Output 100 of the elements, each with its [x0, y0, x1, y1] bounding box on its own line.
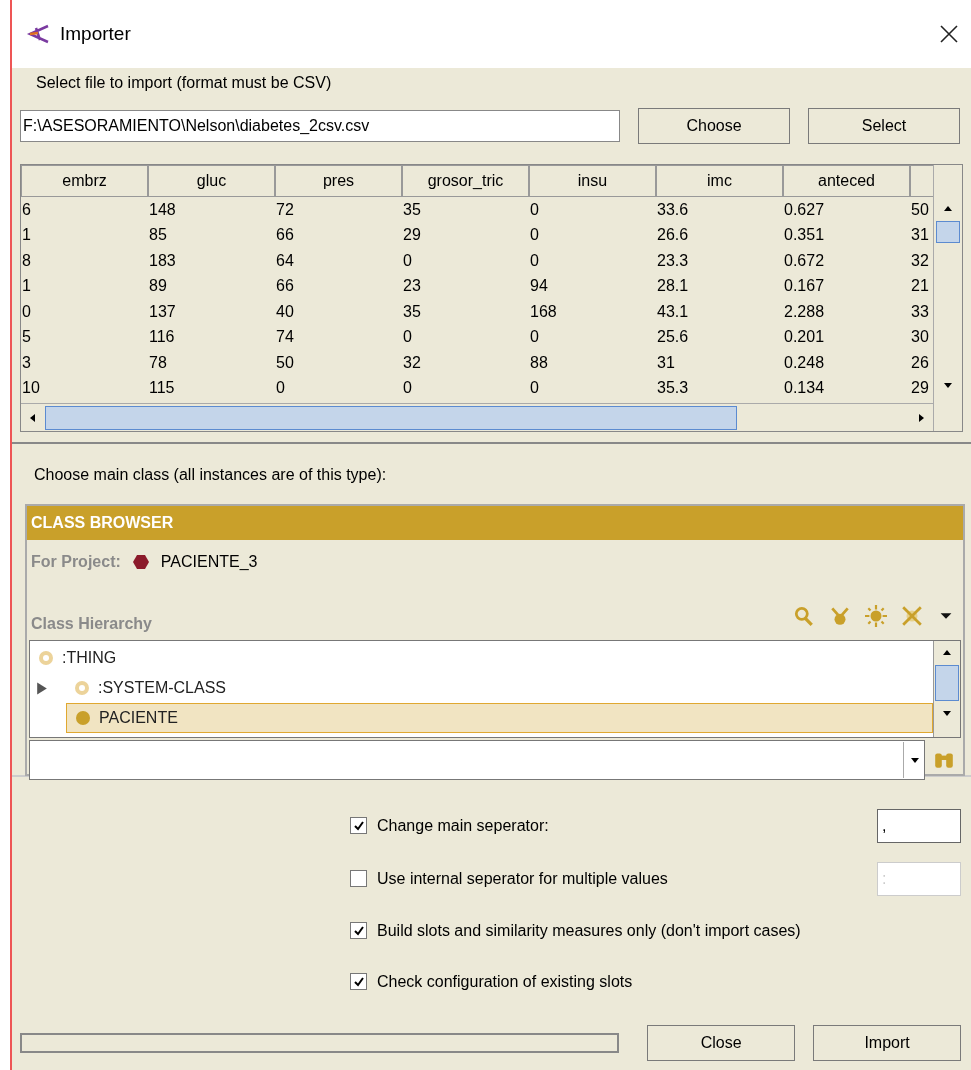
class-icon: [75, 710, 91, 726]
file-path-field[interactable]: F:\ASESORAMIENTO\Nelson\diabetes_2csv.csv: [20, 110, 620, 142]
table-cell-text: 6: [21, 200, 32, 219]
table-cell-text: 50: [910, 200, 930, 219]
dialog-button[interactable]: Import: [813, 1025, 961, 1061]
down-arrow-icon[interactable]: [942, 708, 952, 718]
search-combo-box[interactable]: [29, 740, 925, 780]
tree-item[interactable]: :SYSTEM-CLASS: [66, 673, 933, 703]
table-cell-text: 78: [148, 353, 168, 372]
scrollbar-thumb[interactable]: [936, 221, 960, 243]
column-header[interactable]: grosor_tric: [402, 165, 529, 197]
table-cell-text: 35: [402, 302, 422, 321]
panel-header: CLASS BROWSER: [27, 506, 963, 540]
table-cell-text: 31: [910, 226, 930, 245]
table-cell-text: 40: [275, 302, 295, 321]
table-cell-text: 148: [148, 200, 177, 219]
table-cell-text: 2.288: [783, 302, 826, 321]
right-arrow-icon[interactable]: [916, 413, 926, 423]
table-cell-text: 137: [148, 302, 177, 321]
table-cell-text: 0.248: [783, 353, 826, 372]
project-label: For Project:: [31, 553, 121, 571]
horizontal-scrollbar[interactable]: [21, 403, 933, 431]
close-icon[interactable]: [939, 24, 959, 44]
table-cell-text: 28.1: [656, 277, 690, 296]
hexagon-icon: [132, 554, 149, 570]
tree-item[interactable]: PACIENTE: [66, 703, 933, 733]
table-cell-text: 72: [275, 200, 295, 219]
checkbox[interactable]: [350, 817, 367, 834]
table-cell-text: 74: [275, 328, 295, 347]
column-header[interactable]: pres: [275, 165, 402, 197]
vertical-scrollbar[interactable]: [933, 165, 962, 431]
table-cell-text: 50: [275, 353, 295, 372]
file-label: Select file to import (format must be CSV): [36, 74, 332, 92]
table-cell-text: 3: [21, 353, 32, 372]
table-cell-text: 66: [275, 226, 295, 245]
table-cell-text: 30: [910, 328, 930, 347]
node-icon[interactable]: [829, 605, 851, 627]
separator-field[interactable]: ,: [877, 808, 961, 843]
table-cell-text: 26: [910, 353, 930, 372]
column-header[interactable]: embrz: [21, 165, 148, 197]
dialog-button[interactable]: Close: [647, 1025, 796, 1061]
table-cell-text: 64: [275, 251, 295, 270]
table-cell-text: 0.134: [783, 379, 826, 398]
table-cell-text: 94: [529, 277, 549, 296]
table-cell-text: 31: [656, 353, 676, 372]
scrollbar-thumb[interactable]: [45, 406, 737, 430]
column-header[interactable]: anteced: [783, 165, 910, 197]
table-cell-text: 0.672: [783, 251, 826, 270]
table-cell-text: 168: [529, 302, 558, 321]
checkbox-label[interactable]: Change main seperator:: [377, 816, 867, 835]
down-arrow-icon[interactable]: [943, 380, 953, 390]
table-cell-text: 0: [529, 251, 540, 270]
table-cell-text: 0: [402, 328, 413, 347]
table-cell-text: 23: [402, 277, 422, 296]
app-logo-icon: [26, 24, 50, 44]
table-cell-text: 115: [148, 379, 176, 398]
dialog-button[interactable]: Select: [808, 108, 960, 144]
checkbox[interactable]: [350, 922, 367, 939]
table-cell-text: 85: [148, 226, 168, 245]
table-cell-text: 35.3: [656, 379, 690, 398]
scrollbar-thumb[interactable]: [935, 665, 959, 701]
table-cell-text: 116: [148, 328, 176, 347]
up-arrow-icon[interactable]: [943, 204, 953, 214]
tree-item[interactable]: :THING: [30, 643, 933, 673]
hierarchy-label: Class Hierarchy: [31, 615, 152, 633]
left-arrow-icon[interactable]: [28, 413, 38, 423]
table-cell-text: 88: [529, 353, 549, 372]
table-cell-text: 0.627: [783, 200, 826, 219]
table-cell-text: 5: [21, 328, 32, 347]
table-cell-text: 10: [21, 379, 41, 398]
column-header[interactable]: insu: [529, 165, 656, 197]
dialog-button[interactable]: Choose: [638, 108, 790, 144]
table-cell-text: 32: [402, 353, 422, 372]
expand-arrow-icon[interactable]: [36, 681, 48, 695]
table-cell-text: 66: [275, 277, 295, 296]
table-cell-text: 0: [529, 328, 540, 347]
table-cell-text: 29: [402, 226, 422, 245]
table-cell-text: 0: [529, 200, 540, 219]
table-cell-text: 0: [529, 379, 540, 398]
up-arrow-icon[interactable]: [942, 648, 952, 658]
column-header[interactable]: gluc: [148, 165, 275, 197]
checkbox-label[interactable]: Check configuration of existing slots: [377, 972, 961, 991]
table-cell-text: 32: [910, 251, 930, 270]
table-cell-text: 0: [402, 251, 413, 270]
table-cell-text: 29: [910, 379, 930, 398]
checkbox[interactable]: [350, 973, 367, 990]
checkbox-label[interactable]: Build slots and similarity measures only (don't import cases): [377, 921, 961, 940]
table-cell-text: 33: [910, 302, 930, 321]
table-cell-text: 25.6: [656, 328, 690, 347]
project-name: PACIENTE_3: [160, 553, 258, 571]
class-icon: [38, 650, 54, 666]
table-cell-text: 1: [21, 226, 32, 245]
table-cell-text: 0: [275, 379, 286, 398]
table-cell-text: 0: [21, 302, 32, 321]
table-cell-text: 26.6: [656, 226, 690, 245]
window-title: Importer: [60, 23, 132, 45]
column-header[interactable]: imc: [656, 165, 783, 197]
table-cell-text: 0.201: [783, 328, 826, 347]
vertical-scrollbar[interactable]: [933, 641, 960, 737]
table-cell-text: 33.6: [656, 200, 690, 219]
